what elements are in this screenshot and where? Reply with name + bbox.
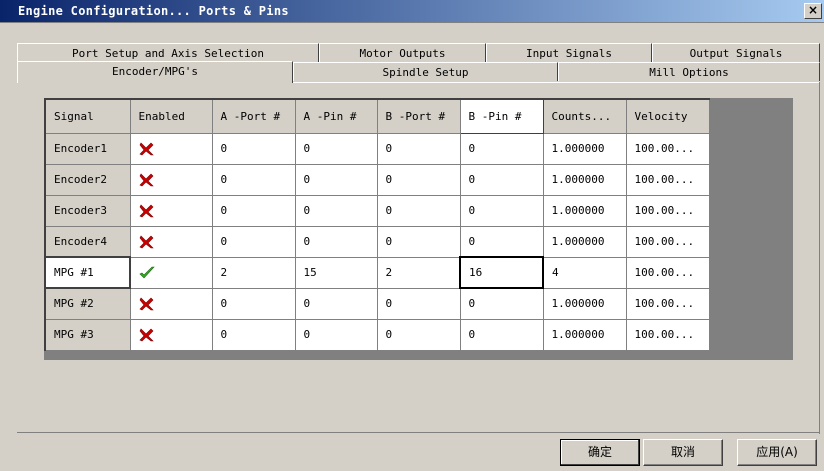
tab-panel-right-edge	[819, 82, 820, 434]
tab-port-setup[interactable]: Port Setup and Axis Selection	[17, 43, 319, 62]
b-port-cell[interactable]: 2	[376, 256, 461, 289]
row-header[interactable]: MPG #1	[44, 256, 131, 289]
table-row: MPG #1 2 15 2 16 4 100.00...	[44, 256, 710, 289]
tab-mill-options[interactable]: Mill Options	[558, 62, 820, 81]
red-x-icon	[138, 141, 154, 155]
a-pin-cell[interactable]: 0	[294, 194, 378, 227]
counts-cell[interactable]: 1.000000	[542, 163, 627, 196]
velocity-cell[interactable]: 100.00...	[625, 132, 710, 165]
tab-motor-outputs[interactable]: Motor Outputs	[319, 43, 486, 62]
row-header[interactable]: Encoder3	[44, 194, 131, 227]
col-header-enabled[interactable]: Enabled	[129, 98, 213, 134]
b-port-cell[interactable]: 0	[376, 225, 461, 258]
col-header-signal[interactable]: Signal	[44, 98, 131, 134]
row-header[interactable]: MPG #2	[44, 287, 131, 320]
velocity-cell[interactable]: 100.00...	[625, 318, 710, 351]
b-port-cell[interactable]: 0	[376, 194, 461, 227]
a-port-cell[interactable]: 0	[211, 318, 296, 351]
close-button[interactable]: ×	[804, 3, 822, 19]
b-pin-cell[interactable]: 16	[459, 256, 544, 289]
enabled-cell[interactable]	[129, 318, 213, 351]
b-pin-cell[interactable]: 0	[459, 225, 544, 258]
red-x-icon	[138, 172, 154, 186]
red-x-icon	[138, 296, 154, 310]
counts-cell[interactable]: 1.000000	[542, 132, 627, 165]
a-pin-cell[interactable]: 15	[294, 256, 378, 289]
b-pin-cell[interactable]: 0	[459, 318, 544, 351]
counts-cell[interactable]: 1.000000	[542, 318, 627, 351]
row-header[interactable]: Encoder4	[44, 225, 131, 258]
enabled-cell[interactable]	[129, 287, 213, 320]
table-row: MPG #2 0 0 0 0 1.000000 100.00...	[44, 287, 710, 320]
counts-cell[interactable]: 1.000000	[542, 287, 627, 320]
row-header[interactable]: MPG #3	[44, 318, 131, 351]
a-pin-cell[interactable]: 0	[294, 225, 378, 258]
enabled-cell[interactable]	[129, 132, 213, 165]
a-pin-cell[interactable]: 0	[294, 318, 378, 351]
a-pin-cell[interactable]: 0	[294, 163, 378, 196]
row-header[interactable]: Encoder1	[44, 132, 131, 165]
red-x-icon	[138, 327, 154, 341]
b-port-cell[interactable]: 0	[376, 163, 461, 196]
enabled-cell[interactable]	[129, 225, 213, 258]
col-header-a-pin[interactable]: A -Pin #	[294, 98, 378, 134]
table-row: Encoder2 0 0 0 0 1.000000 100.00...	[44, 163, 710, 196]
enabled-cell[interactable]	[129, 194, 213, 227]
tab-spindle-setup[interactable]: Spindle Setup	[293, 62, 558, 81]
a-port-cell[interactable]: 2	[211, 256, 296, 289]
ok-button[interactable]: 确定	[560, 439, 640, 466]
tab-input-signals[interactable]: Input Signals	[486, 43, 652, 62]
a-pin-cell[interactable]: 0	[294, 287, 378, 320]
counts-cell[interactable]: 4	[542, 256, 627, 289]
b-port-cell[interactable]: 0	[376, 132, 461, 165]
counts-cell[interactable]: 1.000000	[542, 194, 627, 227]
b-pin-cell[interactable]: 0	[459, 287, 544, 320]
a-port-cell[interactable]: 0	[211, 163, 296, 196]
table-row: Encoder4 0 0 0 0 1.000000 100.00...	[44, 225, 710, 258]
green-check-icon	[139, 266, 155, 278]
counts-cell[interactable]: 1.000000	[542, 225, 627, 258]
velocity-cell[interactable]: 100.00...	[625, 194, 710, 227]
table-row: MPG #3 0 0 0 0 1.000000 100.00...	[44, 318, 710, 351]
tab-panel-bottom-edge	[17, 432, 820, 433]
b-pin-cell[interactable]: 0	[459, 132, 544, 165]
col-header-a-port[interactable]: A -Port #	[211, 98, 296, 134]
b-port-cell[interactable]: 0	[376, 318, 461, 351]
red-x-icon	[138, 234, 154, 248]
a-pin-cell[interactable]: 0	[294, 132, 378, 165]
cancel-button[interactable]: 取消	[643, 439, 723, 466]
window-title: Engine Configuration... Ports & Pins	[18, 4, 289, 18]
col-header-b-port[interactable]: B -Port #	[376, 98, 461, 134]
encoder-mpg-grid[interactable]: Signal Enabled A -Port # A -Pin # B -Por…	[44, 98, 710, 351]
a-port-cell[interactable]: 0	[211, 132, 296, 165]
b-pin-cell[interactable]: 0	[459, 163, 544, 196]
table-row: Encoder3 0 0 0 0 1.000000 100.00...	[44, 194, 710, 227]
col-header-counts[interactable]: Counts...	[542, 98, 627, 134]
a-port-cell[interactable]: 0	[211, 287, 296, 320]
velocity-cell[interactable]: 100.00...	[625, 163, 710, 196]
enabled-cell[interactable]	[129, 256, 213, 289]
title-bar[interactable]: Engine Configuration... Ports & Pins ×	[0, 0, 824, 23]
apply-button[interactable]: 应用(A)	[737, 439, 817, 466]
b-port-cell[interactable]: 0	[376, 287, 461, 320]
b-pin-cell[interactable]: 0	[459, 194, 544, 227]
grid-header-row: Signal Enabled A -Port # A -Pin # B -Por…	[44, 98, 710, 134]
enabled-cell[interactable]	[129, 163, 213, 196]
velocity-cell[interactable]: 100.00...	[625, 225, 710, 258]
table-row: Encoder1 0 0 0 0 1.000000 100.00...	[44, 132, 710, 165]
a-port-cell[interactable]: 0	[211, 194, 296, 227]
red-x-icon	[138, 203, 154, 217]
col-header-b-pin[interactable]: B -Pin #	[459, 98, 544, 134]
velocity-cell[interactable]: 100.00...	[625, 287, 710, 320]
col-header-velocity[interactable]: Velocity	[625, 98, 710, 134]
tab-encoder-mpg[interactable]: Encoder/MPG's	[17, 61, 293, 83]
a-port-cell[interactable]: 0	[211, 225, 296, 258]
velocity-cell[interactable]: 100.00...	[625, 256, 710, 289]
tab-output-signals[interactable]: Output Signals	[652, 43, 820, 62]
row-header[interactable]: Encoder2	[44, 163, 131, 196]
